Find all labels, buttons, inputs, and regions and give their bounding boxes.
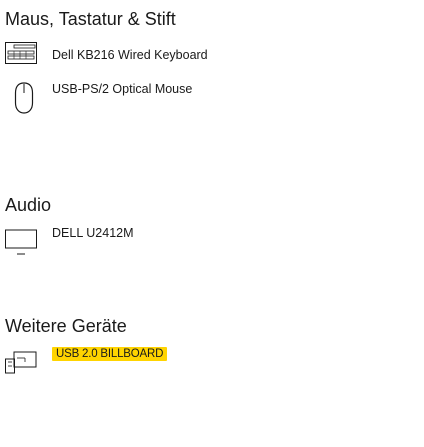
keyboard-icon — [5, 42, 37, 64]
monitor-icon — [5, 229, 37, 255]
section-title-other: Weitere Geräte — [5, 316, 127, 336]
device-name-monitor: DELL U2412M — [52, 226, 134, 240]
device-name-keyboard: Dell KB216 Wired Keyboard — [52, 48, 208, 62]
device-name-usb-billboard: USB 2.0 BILLBOARD — [52, 346, 168, 361]
section-title-input: Maus, Tastatur & Stift — [5, 9, 176, 29]
highlighted-device-name: USB 2.0 BILLBOARD — [52, 347, 168, 361]
device-item-usb-billboard[interactable]: USB 2.0 BILLBOARD — [0, 346, 420, 386]
device-item-keyboard[interactable]: Dell KB216 Wired Keyboard — [0, 40, 420, 76]
section-title-audio: Audio — [5, 195, 52, 215]
usb-device-icon — [5, 351, 37, 374]
device-item-monitor[interactable]: DELL U2412M — [0, 224, 420, 264]
mouse-icon — [14, 82, 34, 114]
device-name-mouse: USB-PS/2 Optical Mouse — [52, 82, 193, 96]
device-item-mouse[interactable]: USB-PS/2 Optical Mouse — [0, 78, 420, 128]
